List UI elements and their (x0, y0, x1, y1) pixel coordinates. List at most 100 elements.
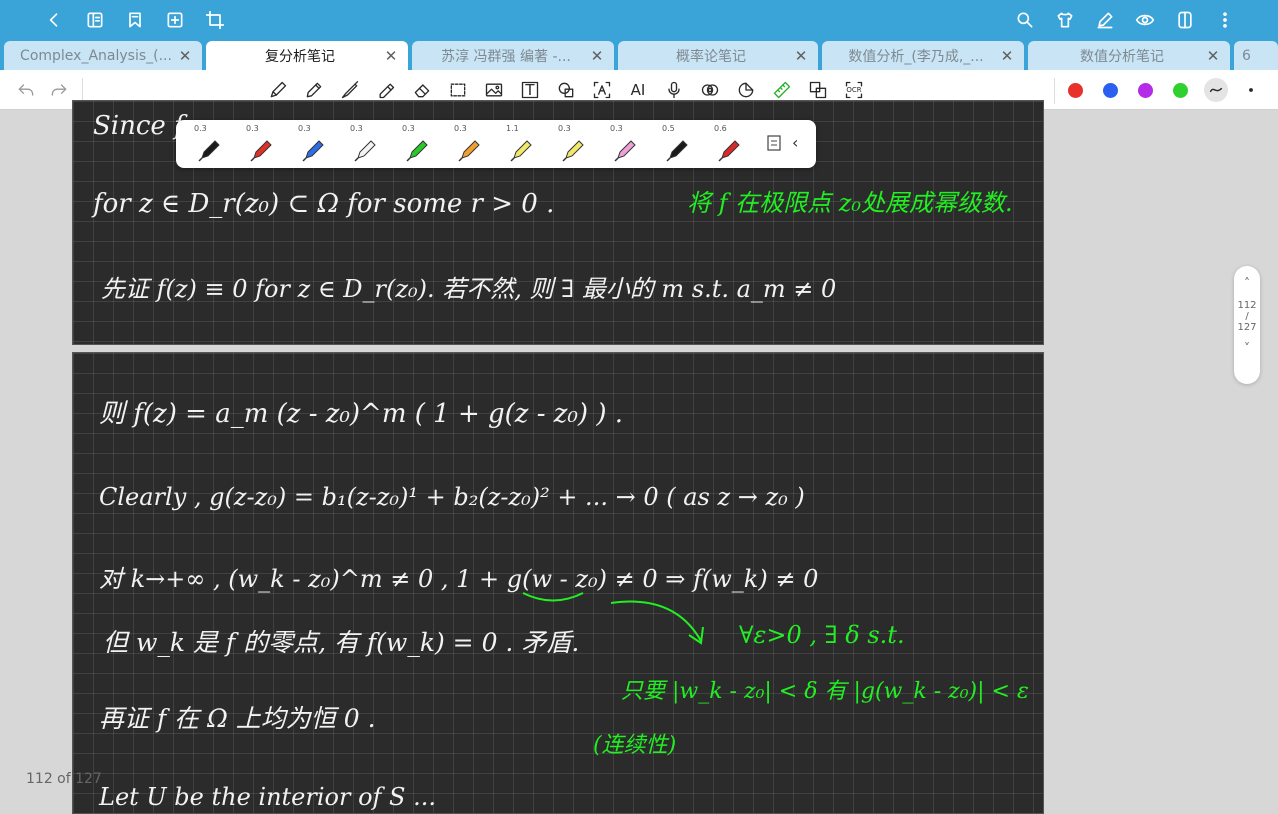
pen-preset[interactable]: 1.1 (496, 124, 544, 164)
ocr-icon[interactable]: OCR (843, 79, 865, 101)
handwriting-line: Let U be the interior of S ... (99, 783, 436, 811)
pen-preset[interactable]: 0.3 (444, 124, 492, 164)
pen-palette: 0.3 0.3 0.3 0.3 0.3 0.3 1.1 0.3 0.3 0.5 0.6 ‹ (176, 120, 816, 168)
ai-assistant-icon[interactable]: AI (626, 79, 650, 101)
bookmark-icon[interactable] (123, 8, 147, 32)
sidebar-icon[interactable] (83, 8, 107, 32)
stroke-style-icon[interactable] (1204, 78, 1228, 102)
pen-edit-icon[interactable] (1093, 8, 1117, 32)
pen-size-label: 0.3 (298, 124, 311, 133)
add-page-icon[interactable] (163, 8, 187, 32)
tab-label: 数值分析_(李乃成,_... (848, 48, 984, 65)
text-tool-icon[interactable]: T (519, 79, 541, 101)
tab-complex-analysis[interactable]: Complex_Analysis_(... ✕ (4, 41, 202, 70)
handwriting-line: Clearly , g(z-z₀) = b₁(z-z₀)¹ + b₂(z-z₀)… (99, 483, 805, 511)
more-icon[interactable] (1213, 8, 1237, 32)
handwriting-line: 则 f(z) = a_m (z - z₀)^m ( 1 + g(z - z₀) … (99, 399, 623, 429)
redo-icon[interactable] (48, 79, 70, 101)
color-red-swatch[interactable] (1068, 83, 1083, 98)
translate-icon[interactable] (807, 79, 829, 101)
close-icon[interactable]: ✕ (1206, 47, 1220, 65)
microphone-icon[interactable] (663, 79, 685, 101)
eraser-icon[interactable] (411, 79, 433, 101)
pen-icon (718, 140, 740, 162)
pen-preset[interactable]: 0.3 (184, 124, 232, 164)
page-scroller[interactable]: ˄ 112 / 127 ˅ (1234, 266, 1260, 384)
crop-icon[interactable] (203, 8, 227, 32)
shape-icon[interactable] (555, 79, 577, 101)
chevron-down-icon[interactable]: ˅ (1234, 341, 1260, 355)
close-icon[interactable]: ✕ (794, 47, 808, 65)
search-icon[interactable] (1013, 8, 1037, 32)
tab-label: Complex_Analysis_(... (20, 47, 172, 64)
notebook-page-112[interactable]: 则 f(z) = a_m (z - z₀)^m ( 1 + g(z - z₀) … (72, 352, 1044, 814)
close-icon[interactable]: ✕ (1000, 47, 1014, 65)
sticker-icon[interactable] (735, 79, 757, 101)
highlighter-icon[interactable] (375, 79, 397, 101)
ocr-label: OCR (846, 86, 862, 94)
pen-settings-icon[interactable] (766, 134, 782, 152)
lasso-select-icon[interactable] (447, 79, 469, 101)
pen-size-label: 0.3 (194, 124, 207, 133)
pen-preset[interactable]: 0.5 (652, 124, 700, 164)
tab-count[interactable]: 6 (1234, 41, 1278, 70)
dot-size-icon[interactable] (1240, 79, 1262, 101)
divider (1054, 78, 1055, 104)
pen-preset[interactable]: 0.6 (704, 124, 752, 164)
close-icon[interactable]: ✕ (590, 47, 604, 65)
split-view-icon[interactable] (1173, 8, 1197, 32)
back-icon[interactable] (42, 8, 66, 32)
pen-size-label: 0.3 (558, 124, 571, 133)
brush-pen-icon[interactable] (339, 79, 361, 101)
handwriting-line: Since f (93, 111, 184, 141)
pen-icon (666, 140, 688, 162)
audio-record-icon[interactable] (699, 79, 721, 101)
tab-probability-book[interactable]: 苏淳 冯群强 编著 -... ✕ (412, 41, 614, 70)
pen-icon (614, 140, 636, 162)
tab-label: 数值分析笔记 (1080, 48, 1164, 65)
pen-icon (458, 140, 480, 162)
color-purple-swatch[interactable] (1138, 83, 1153, 98)
tab-label: 复分析笔记 (265, 48, 335, 65)
tab-numerical-analysis-book[interactable]: 数值分析_(李乃成,_... ✕ (822, 41, 1024, 70)
annotation-arrow (522, 592, 704, 645)
pen-size-label: 0.3 (402, 124, 415, 133)
chevron-left-icon[interactable]: ‹ (792, 133, 798, 152)
pen-preset[interactable]: 0.3 (392, 124, 440, 164)
ruler-icon[interactable] (771, 79, 793, 101)
pen-icon (198, 140, 220, 162)
pen-preset[interactable]: 0.3 (340, 124, 388, 164)
close-icon[interactable]: ✕ (178, 47, 192, 65)
fountain-pen-icon[interactable] (267, 79, 289, 101)
pen-preset[interactable]: 0.3 (236, 124, 284, 164)
pen-size-label: 0.3 (246, 124, 259, 133)
pen-size-label: 0.6 (714, 124, 727, 133)
handwriting-note: (连续性) (593, 733, 677, 758)
pen-size-label: 0.5 (662, 124, 675, 133)
color-blue-swatch[interactable] (1103, 83, 1118, 98)
handwriting-note: 只要 |w_k - z₀| < δ 有 |g(w_k - z₀)| < ε (621, 679, 1029, 704)
pen-icon (406, 140, 428, 162)
handwriting-line: for z ∈ D_r(z₀) ⊂ Ω for some r > 0 . (93, 189, 555, 219)
tab-complex-analysis-notes[interactable]: 复分析笔记 ✕ (206, 41, 408, 70)
scroller-current-page: 112 (1237, 300, 1257, 311)
image-icon[interactable] (483, 79, 505, 101)
pen-icon (302, 140, 324, 162)
color-green-swatch[interactable] (1173, 83, 1188, 98)
pen-preset[interactable]: 0.3 (548, 124, 596, 164)
notebook-canvas[interactable]: Since f for z ∈ D_r(z₀) ⊂ Ω for some r >… (0, 100, 1278, 814)
pencil-icon[interactable] (303, 79, 325, 101)
tab-bar: Complex_Analysis_(... ✕ 复分析笔记 ✕ 苏淳 冯群强 编… (0, 40, 1278, 70)
pen-preset[interactable]: 0.3 (288, 124, 336, 164)
pen-preset[interactable]: 0.3 (600, 124, 648, 164)
pen-icon (562, 140, 584, 162)
chevron-up-icon[interactable]: ˄ (1234, 276, 1260, 290)
undo-icon[interactable] (15, 79, 37, 101)
eye-icon[interactable] (1133, 8, 1157, 32)
text-box-icon[interactable] (591, 79, 613, 101)
shirt-icon[interactable] (1053, 8, 1077, 32)
close-icon[interactable]: ✕ (384, 47, 398, 65)
tab-numerical-analysis-notes[interactable]: 数值分析笔记 ✕ (1028, 41, 1230, 70)
tab-probability-notes[interactable]: 概率论笔记 ✕ (618, 41, 818, 70)
handwriting-note: ∀ε>0 , ∃ δ s.t. (739, 621, 905, 649)
